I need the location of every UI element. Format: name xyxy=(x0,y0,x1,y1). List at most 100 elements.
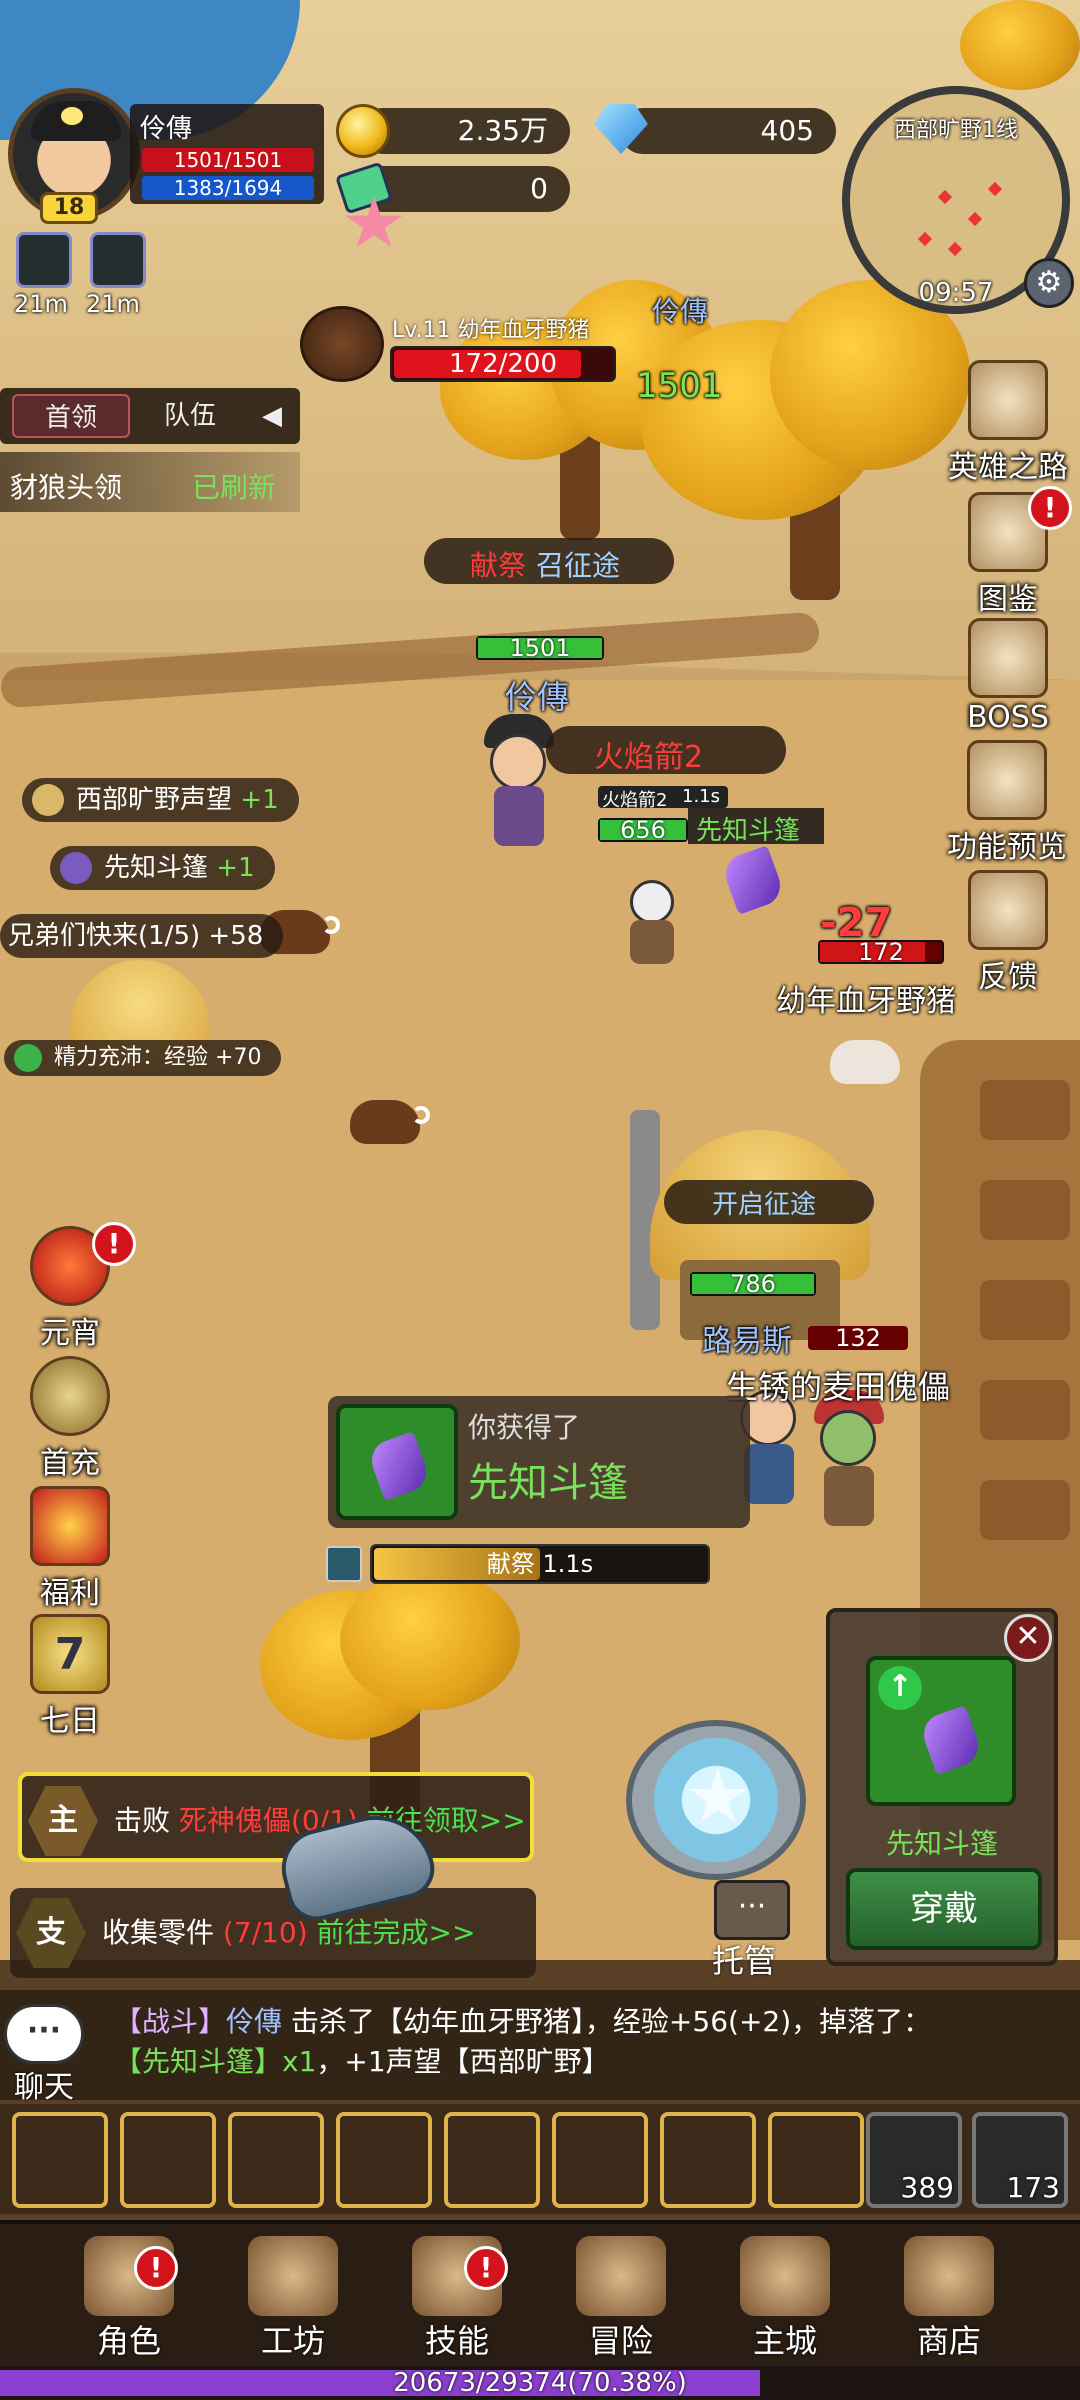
scarecrow-hp-text: 132 xyxy=(835,1324,881,1352)
npc-name-label: 路易斯 xyxy=(702,1324,792,1359)
chat-text: ，+1声望【西部旷野】 xyxy=(316,2045,610,2078)
quest-count: (7/10) xyxy=(222,1916,308,1949)
feedback-button[interactable]: 反馈 xyxy=(948,870,1068,996)
item-count: 173 xyxy=(1006,2171,1060,2204)
minimap-marker xyxy=(917,231,933,247)
player-level-badge: 18 xyxy=(40,192,98,224)
field-row xyxy=(980,1180,1070,1240)
feature-preview-label: 功能预览 xyxy=(947,830,1067,865)
swap-icon[interactable] xyxy=(660,2112,756,2208)
seven-days-label: 七日 xyxy=(40,1704,100,1739)
hp-overhead: 1501 xyxy=(636,366,723,406)
player-status-box: 伶傳 1501/1501 1383/1694 xyxy=(130,104,324,204)
map-scroll-icon xyxy=(576,2236,666,2316)
loot-item-name: 先知斗篷 xyxy=(468,1460,628,1506)
nav-workshop[interactable]: 工坊 xyxy=(218,2224,368,2370)
boss-button[interactable]: BOSS xyxy=(948,618,1068,735)
feature-preview-button[interactable]: 功能预览 xyxy=(934,740,1080,866)
equip-button[interactable]: 穿戴 xyxy=(846,1868,1042,1950)
gem-counter: 405 xyxy=(620,108,836,154)
field-row xyxy=(980,1280,1070,1340)
map-name: 西部旷野1线 xyxy=(894,118,1018,143)
player-hp-bar: 1501/1501 xyxy=(142,148,314,172)
crystal-icon[interactable] xyxy=(90,232,146,288)
pentagram-icon xyxy=(689,1768,747,1823)
gold-coin-icon[interactable] xyxy=(336,104,390,158)
settings-gear-icon[interactable]: ⚙ xyxy=(1024,258,1074,308)
nav-adventure[interactable]: 冒险 xyxy=(546,2224,696,2370)
nav-skills[interactable]: 技能 xyxy=(382,2224,532,2370)
equip-item-name: 先知斗篷 xyxy=(885,1827,998,1860)
experience-bar: 20673/29374(70.38%) xyxy=(0,2366,1080,2400)
equip-item-slot[interactable]: ↑ xyxy=(866,1656,1016,1806)
quest-prefix: 收集零件 xyxy=(102,1916,223,1949)
meat-icon[interactable]: 389 xyxy=(866,2112,962,2208)
main-quest-tag: 主 xyxy=(28,1786,98,1856)
spore-icon[interactable] xyxy=(768,2112,864,2208)
notification-text: 兄弟们快来(1/5) xyxy=(8,921,201,951)
side-quest-go-link[interactable]: 前往完成>> xyxy=(317,1916,476,1949)
minimap-marker xyxy=(937,189,953,205)
welfare-label: 福利 xyxy=(40,1576,100,1611)
chat-channel: 【战斗】 xyxy=(114,2005,227,2038)
lantern-label: 元宵 xyxy=(40,1316,100,1351)
player-name-overhead: 伶傳 xyxy=(652,295,709,328)
side-quest-tag: 支 xyxy=(16,1898,86,1968)
welfare-button[interactable]: 福利 xyxy=(10,1486,130,1612)
seven-days-button[interactable]: 7 七日 xyxy=(10,1614,130,1740)
poison-bolt-icon[interactable] xyxy=(12,2112,108,2208)
field-row xyxy=(980,1080,1070,1140)
tab-team[interactable]: 队伍 xyxy=(132,394,248,438)
nav-label: 技能 xyxy=(424,2322,489,2360)
leader-quest-name: 豺狼头领 xyxy=(10,471,123,504)
nav-label: 商店 xyxy=(916,2322,981,2360)
cast-bar: 献祭 1.1s xyxy=(370,1544,710,1584)
cast-time: 1.1s xyxy=(542,1550,594,1578)
mask-icon[interactable] xyxy=(336,2112,432,2208)
chat-bubble-icon[interactable]: ··· xyxy=(4,2004,84,2064)
nav-label: 工坊 xyxy=(260,2322,325,2360)
leader-quest-row[interactable]: 豺狼头领 已刷新 xyxy=(0,452,300,512)
ticket-counter: 0 xyxy=(360,166,570,212)
notification-text: 先知斗篷 xyxy=(104,853,209,883)
ally-hp-text: 656 xyxy=(620,816,666,844)
claw-icon[interactable] xyxy=(552,2112,648,2208)
nav-character[interactable]: 角色 xyxy=(54,2224,204,2370)
boar-monster[interactable] xyxy=(350,1090,430,1146)
auto-battle-button[interactable]: ··· xyxy=(714,1880,790,1940)
hero-road-icon xyxy=(968,360,1048,440)
quest-prefix: 击败 xyxy=(114,1804,179,1837)
main-quest-tracker[interactable]: 主 击败 死神傀儡(0/1) 前往领取>> xyxy=(18,1772,534,1862)
gift-icon xyxy=(30,1486,110,1566)
chat-item-link[interactable]: 【先知斗篷】x1 xyxy=(114,2045,316,2078)
nav-main-city[interactable]: 主城 xyxy=(710,2224,860,2370)
troll-rage-icon[interactable] xyxy=(120,2112,216,2208)
potion-icon[interactable]: 173 xyxy=(972,2112,1068,2208)
notification-bonus: +70 xyxy=(215,1045,262,1070)
chat-log[interactable]: 【战斗】伶傳 击杀了【幼年血牙野猪】，经验+56(+2)，掉落了： 【先知斗篷】… xyxy=(0,1990,1080,2100)
vortex-icon[interactable] xyxy=(228,2112,324,2208)
player-hp-mini: 1501 xyxy=(476,634,604,662)
nav-shop[interactable]: 商店 xyxy=(874,2224,1024,2370)
codex-label: 图鉴 xyxy=(978,582,1038,617)
hero-road-button[interactable]: 英雄之路 xyxy=(948,360,1068,486)
side-quest-tracker[interactable]: 支 收集零件 (7/10) 前往完成>> xyxy=(10,1888,536,1978)
notification-bonus: +1 xyxy=(216,853,255,883)
cast-skill-name: 献祭 xyxy=(486,1550,535,1578)
notification-text: 西部旷野声望 xyxy=(76,785,233,815)
npc-banner-text: 开启征途 xyxy=(712,1190,817,1220)
fang-icon[interactable] xyxy=(16,232,72,288)
teleport-portal[interactable] xyxy=(626,1720,806,1880)
collapse-arrow-icon[interactable]: ◀ xyxy=(252,394,292,438)
target-frame[interactable]: Lv.11 幼年血牙野猪 172/200 xyxy=(300,306,620,386)
close-icon[interactable]: ✕ xyxy=(1004,1614,1052,1662)
letter-icon xyxy=(968,870,1048,950)
boar-monster-hit[interactable] xyxy=(830,1030,910,1086)
first-recharge-button[interactable]: 首充 xyxy=(10,1356,130,1482)
npc-hp-mini: 786 xyxy=(690,1270,816,1298)
tab-leader[interactable]: 首领 xyxy=(12,394,130,438)
fang-icon[interactable] xyxy=(444,2112,540,2208)
chat-player-name[interactable]: 伶傳 xyxy=(226,2005,282,2038)
anvil-icon xyxy=(248,2236,338,2316)
alert-badge-icon: ! xyxy=(92,1222,136,1266)
